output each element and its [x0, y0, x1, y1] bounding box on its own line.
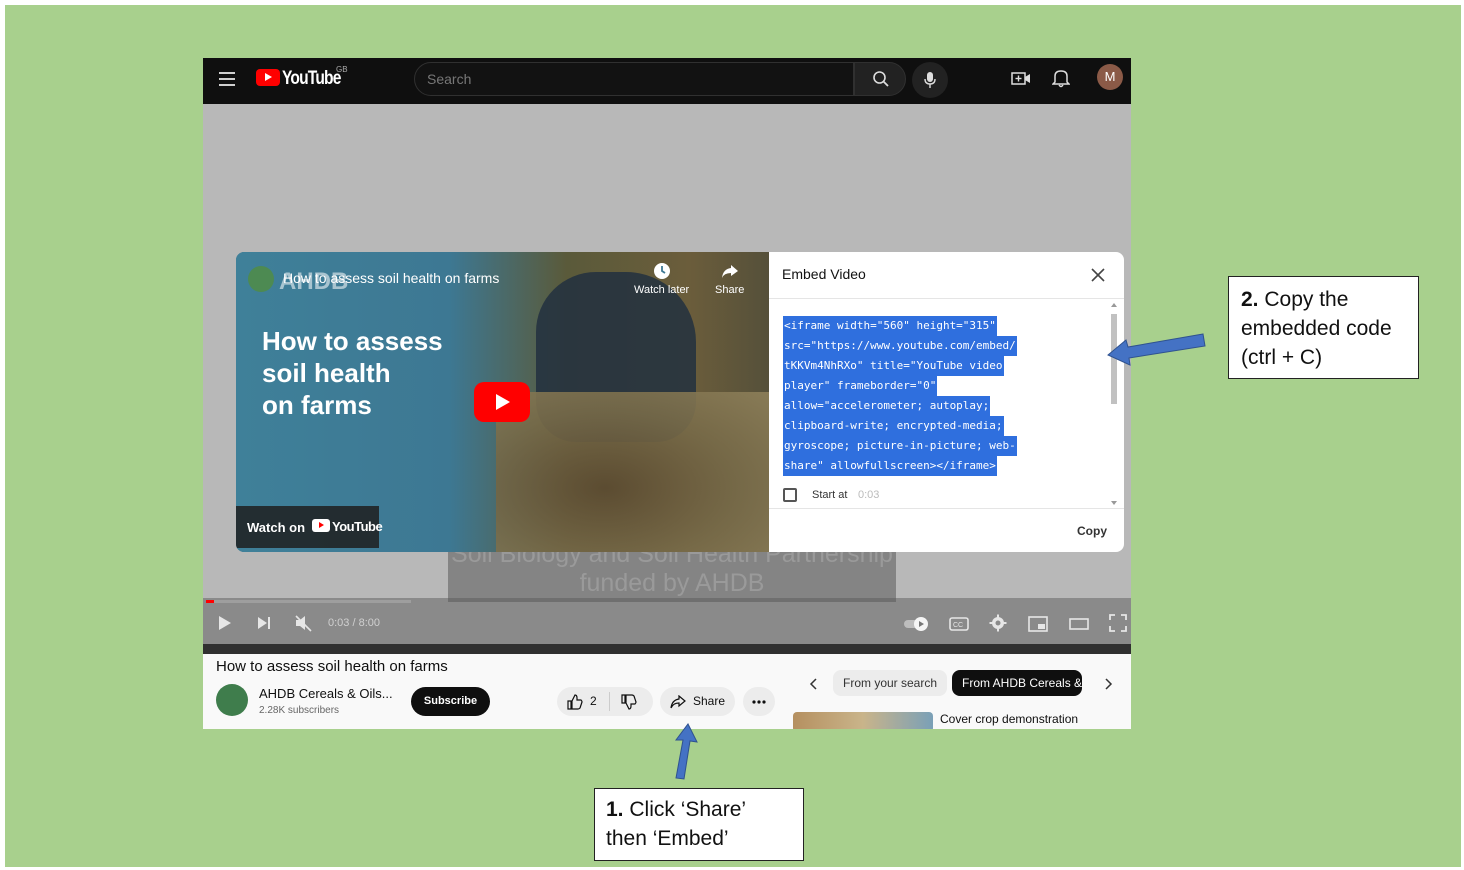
step2-number: 2. — [1241, 288, 1259, 311]
step1-text-1: Click ‘Share’ — [629, 798, 747, 821]
step1-number: 1. — [606, 798, 624, 821]
annotation-arrows — [675, 333, 1206, 780]
step1-line-1: 1. Click ‘Share’ — [606, 795, 803, 824]
step2-arrow — [1107, 333, 1206, 366]
step1-arrow — [675, 723, 698, 780]
step2-text-1: Copy the — [1264, 288, 1349, 311]
step2-line-1: 2. Copy the — [1241, 285, 1418, 314]
step2-callout: 2. Copy the embedded code (ctrl + C) — [1228, 276, 1419, 379]
step2-line-2: embedded code — [1241, 317, 1392, 340]
step1-line-2: then ‘Embed’ — [606, 827, 729, 850]
step2-line-3: (ctrl + C) — [1241, 346, 1323, 369]
step1-callout: 1. Click ‘Share’ then ‘Embed’ — [594, 788, 804, 861]
